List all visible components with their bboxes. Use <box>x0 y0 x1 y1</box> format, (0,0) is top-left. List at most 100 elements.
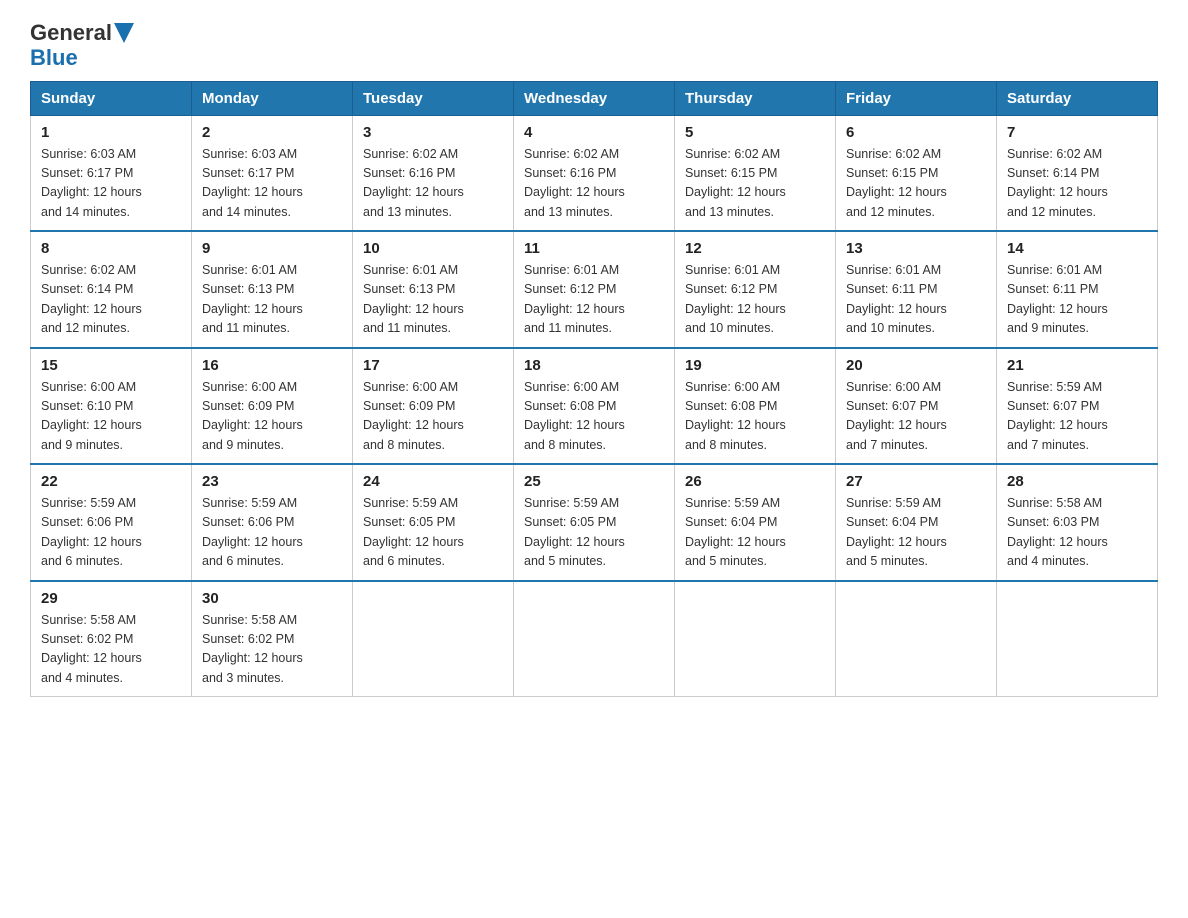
day-info: Sunrise: 6:00 AMSunset: 6:09 PMDaylight:… <box>363 378 503 456</box>
day-info: Sunrise: 5:59 AMSunset: 6:04 PMDaylight:… <box>846 494 986 572</box>
calendar-week-row: 1 Sunrise: 6:03 AMSunset: 6:17 PMDaylight… <box>31 115 1158 231</box>
weekday-header-saturday: Saturday <box>997 81 1158 115</box>
weekday-header-monday: Monday <box>192 81 353 115</box>
day-info: Sunrise: 6:00 AMSunset: 6:10 PMDaylight:… <box>41 378 181 456</box>
day-number: 7 <box>1007 124 1147 141</box>
day-number: 17 <box>363 357 503 374</box>
day-info: Sunrise: 6:01 AMSunset: 6:12 PMDaylight:… <box>685 261 825 339</box>
page-header: General Blue <box>30 20 1158 71</box>
day-info: Sunrise: 6:00 AMSunset: 6:07 PMDaylight:… <box>846 378 986 456</box>
day-number: 21 <box>1007 357 1147 374</box>
weekday-header-tuesday: Tuesday <box>353 81 514 115</box>
day-info: Sunrise: 6:03 AMSunset: 6:17 PMDaylight:… <box>202 145 342 223</box>
day-info: Sunrise: 6:01 AMSunset: 6:13 PMDaylight:… <box>363 261 503 339</box>
calendar-cell: 6 Sunrise: 6:02 AMSunset: 6:15 PMDaylight… <box>836 115 997 231</box>
calendar-week-row: 8 Sunrise: 6:02 AMSunset: 6:14 PMDaylight… <box>31 231 1158 348</box>
day-number: 11 <box>524 240 664 257</box>
day-info: Sunrise: 6:02 AMSunset: 6:16 PMDaylight:… <box>524 145 664 223</box>
day-number: 28 <box>1007 473 1147 490</box>
calendar-cell <box>353 581 514 697</box>
day-info: Sunrise: 6:02 AMSunset: 6:15 PMDaylight:… <box>846 145 986 223</box>
calendar-cell: 8 Sunrise: 6:02 AMSunset: 6:14 PMDaylight… <box>31 231 192 348</box>
day-info: Sunrise: 6:00 AMSunset: 6:09 PMDaylight:… <box>202 378 342 456</box>
day-info: Sunrise: 6:02 AMSunset: 6:14 PMDaylight:… <box>1007 145 1147 223</box>
day-info: Sunrise: 6:01 AMSunset: 6:11 PMDaylight:… <box>1007 261 1147 339</box>
day-number: 15 <box>41 357 181 374</box>
calendar-cell: 1 Sunrise: 6:03 AMSunset: 6:17 PMDaylight… <box>31 115 192 231</box>
day-number: 29 <box>41 590 181 607</box>
day-number: 5 <box>685 124 825 141</box>
calendar-cell <box>514 581 675 697</box>
day-info: Sunrise: 5:59 AMSunset: 6:07 PMDaylight:… <box>1007 378 1147 456</box>
calendar-cell: 28 Sunrise: 5:58 AMSunset: 6:03 PMDayligh… <box>997 464 1158 581</box>
calendar-cell: 9 Sunrise: 6:01 AMSunset: 6:13 PMDaylight… <box>192 231 353 348</box>
calendar-cell: 12Sunrise: 6:01 AMSunset: 6:12 PMDayligh… <box>675 231 836 348</box>
calendar-cell: 16 Sunrise: 6:00 AMSunset: 6:09 PMDayligh… <box>192 348 353 465</box>
day-number: 16 <box>202 357 342 374</box>
calendar-cell <box>836 581 997 697</box>
day-info: Sunrise: 5:58 AMSunset: 6:02 PMDaylight:… <box>202 611 342 689</box>
day-number: 27 <box>846 473 986 490</box>
calendar-cell: 26Sunrise: 5:59 AMSunset: 6:04 PMDayligh… <box>675 464 836 581</box>
day-info: Sunrise: 5:58 AMSunset: 6:02 PMDaylight:… <box>41 611 181 689</box>
day-info: Sunrise: 6:00 AMSunset: 6:08 PMDaylight:… <box>685 378 825 456</box>
day-number: 22 <box>41 473 181 490</box>
day-info: Sunrise: 6:01 AMSunset: 6:12 PMDaylight:… <box>524 261 664 339</box>
day-number: 6 <box>846 124 986 141</box>
calendar-cell: 25 Sunrise: 5:59 AMSunset: 6:05 PMDayligh… <box>514 464 675 581</box>
calendar-cell: 30Sunrise: 5:58 AMSunset: 6:02 PMDayligh… <box>192 581 353 697</box>
calendar-cell <box>675 581 836 697</box>
calendar-cell: 19Sunrise: 6:00 AMSunset: 6:08 PMDayligh… <box>675 348 836 465</box>
day-number: 8 <box>41 240 181 257</box>
calendar-cell: 24 Sunrise: 5:59 AMSunset: 6:05 PMDayligh… <box>353 464 514 581</box>
day-number: 2 <box>202 124 342 141</box>
day-info: Sunrise: 6:02 AMSunset: 6:16 PMDaylight:… <box>363 145 503 223</box>
calendar-cell: 2 Sunrise: 6:03 AMSunset: 6:17 PMDaylight… <box>192 115 353 231</box>
calendar-cell: 13Sunrise: 6:01 AMSunset: 6:11 PMDayligh… <box>836 231 997 348</box>
day-info: Sunrise: 6:02 AMSunset: 6:14 PMDaylight:… <box>41 261 181 339</box>
day-number: 18 <box>524 357 664 374</box>
calendar-cell: 10 Sunrise: 6:01 AMSunset: 6:13 PMDayligh… <box>353 231 514 348</box>
calendar-cell: 20 Sunrise: 6:00 AMSunset: 6:07 PMDayligh… <box>836 348 997 465</box>
day-info: Sunrise: 6:02 AMSunset: 6:15 PMDaylight:… <box>685 145 825 223</box>
day-number: 10 <box>363 240 503 257</box>
logo-triangle-icon <box>114 23 134 43</box>
day-info: Sunrise: 5:59 AMSunset: 6:06 PMDaylight:… <box>41 494 181 572</box>
day-info: Sunrise: 6:00 AMSunset: 6:08 PMDaylight:… <box>524 378 664 456</box>
day-number: 25 <box>524 473 664 490</box>
day-info: Sunrise: 6:03 AMSunset: 6:17 PMDaylight:… <box>41 145 181 223</box>
weekday-header-thursday: Thursday <box>675 81 836 115</box>
logo: General Blue <box>30 20 134 71</box>
weekday-header-sunday: Sunday <box>31 81 192 115</box>
day-info: Sunrise: 5:58 AMSunset: 6:03 PMDaylight:… <box>1007 494 1147 572</box>
calendar-cell: 4Sunrise: 6:02 AMSunset: 6:16 PMDaylight… <box>514 115 675 231</box>
calendar-cell: 15 Sunrise: 6:00 AMSunset: 6:10 PMDayligh… <box>31 348 192 465</box>
calendar-cell: 5 Sunrise: 6:02 AMSunset: 6:15 PMDaylight… <box>675 115 836 231</box>
weekday-header-row: SundayMondayTuesdayWednesdayThursdayFrid… <box>31 81 1158 115</box>
day-info: Sunrise: 6:01 AMSunset: 6:11 PMDaylight:… <box>846 261 986 339</box>
day-info: Sunrise: 6:01 AMSunset: 6:13 PMDaylight:… <box>202 261 342 339</box>
calendar-week-row: 15 Sunrise: 6:00 AMSunset: 6:10 PMDayligh… <box>31 348 1158 465</box>
calendar-cell: 18 Sunrise: 6:00 AMSunset: 6:08 PMDayligh… <box>514 348 675 465</box>
day-info: Sunrise: 5:59 AMSunset: 6:04 PMDaylight:… <box>685 494 825 572</box>
calendar-cell: 7 Sunrise: 6:02 AMSunset: 6:14 PMDaylight… <box>997 115 1158 231</box>
calendar-cell: 11 Sunrise: 6:01 AMSunset: 6:12 PMDayligh… <box>514 231 675 348</box>
calendar-cell: 17 Sunrise: 6:00 AMSunset: 6:09 PMDayligh… <box>353 348 514 465</box>
day-number: 20 <box>846 357 986 374</box>
logo-general-text: General <box>30 20 112 45</box>
day-info: Sunrise: 5:59 AMSunset: 6:06 PMDaylight:… <box>202 494 342 572</box>
calendar-cell: 3Sunrise: 6:02 AMSunset: 6:16 PMDaylight… <box>353 115 514 231</box>
day-number: 9 <box>202 240 342 257</box>
calendar-table: SundayMondayTuesdayWednesdayThursdayFrid… <box>30 81 1158 698</box>
day-info: Sunrise: 5:59 AMSunset: 6:05 PMDaylight:… <box>363 494 503 572</box>
day-number: 24 <box>363 473 503 490</box>
day-number: 1 <box>41 124 181 141</box>
weekday-header-wednesday: Wednesday <box>514 81 675 115</box>
calendar-cell: 27 Sunrise: 5:59 AMSunset: 6:04 PMDayligh… <box>836 464 997 581</box>
calendar-cell: 23Sunrise: 5:59 AMSunset: 6:06 PMDayligh… <box>192 464 353 581</box>
day-info: Sunrise: 5:59 AMSunset: 6:05 PMDaylight:… <box>524 494 664 572</box>
calendar-cell: 21 Sunrise: 5:59 AMSunset: 6:07 PMDayligh… <box>997 348 1158 465</box>
calendar-cell: 14 Sunrise: 6:01 AMSunset: 6:11 PMDayligh… <box>997 231 1158 348</box>
logo-blue-text: Blue <box>30 45 134 70</box>
day-number: 14 <box>1007 240 1147 257</box>
